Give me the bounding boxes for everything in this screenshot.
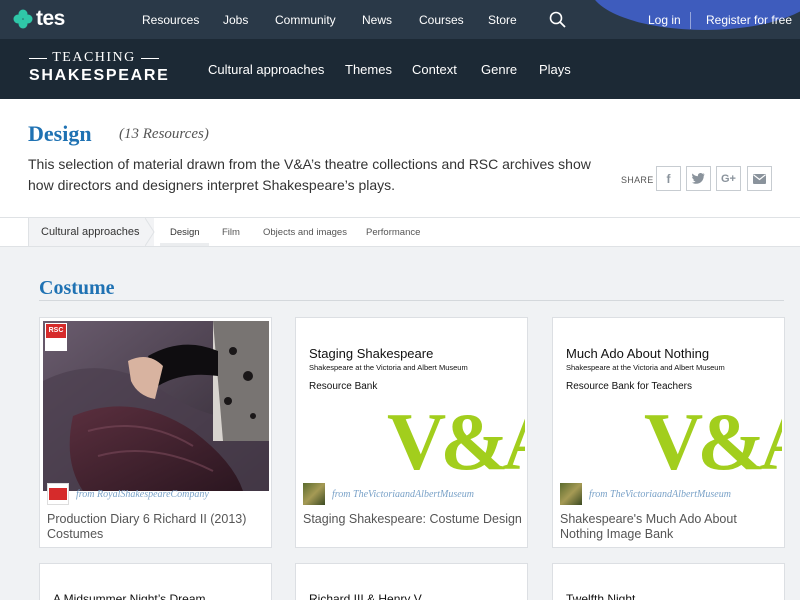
- resource-card[interactable]: Twelfth Night: [552, 563, 785, 600]
- va-avatar: [560, 483, 582, 505]
- card-source: from RoyalShakespeareCompany: [47, 483, 209, 505]
- thumbnail-title: Twelfth Night: [566, 592, 636, 600]
- tab-film[interactable]: Film: [222, 227, 240, 238]
- section-title: Costume: [39, 277, 115, 299]
- thumbnail-label: Resource Bank: [309, 381, 378, 392]
- page-header: Design (13 Resources) This selection of …: [0, 99, 800, 217]
- active-tab-indicator: [160, 243, 209, 246]
- search-icon[interactable]: [549, 11, 566, 28]
- thumbnail-title: Richard III & Henry V: [309, 592, 422, 600]
- source-link[interactable]: from TheVictoriaandAlbertMuseum: [332, 489, 474, 500]
- tab-bar: Cultural approaches Design Film Objects …: [0, 217, 800, 247]
- nav-context[interactable]: Context: [412, 62, 457, 77]
- rsc-avatar: [47, 483, 69, 505]
- breadcrumb-arrow-icon: [145, 218, 155, 246]
- tab-objects-and-images[interactable]: Objects and images: [263, 227, 347, 238]
- tes-nav-resources[interactable]: Resources: [142, 13, 199, 27]
- thumbnail-subtitle: Shakespeare at the Victoria and Albert M…: [566, 363, 725, 372]
- facebook-icon[interactable]: f: [656, 166, 681, 191]
- card-source: from TheVictoriaandAlbertMuseum: [560, 483, 731, 505]
- page-title: Design: [28, 121, 92, 146]
- tes-flower-icon: [13, 9, 33, 29]
- tes-logo[interactable]: tes: [13, 7, 65, 31]
- thumbnail-title: Staging Shakespeare: [309, 346, 434, 361]
- thumbnail-title: A Midsummer Night’s Dream: [53, 592, 206, 600]
- tes-logo-text: tes: [36, 7, 65, 30]
- resource-card[interactable]: Staging Shakespeare Shakespeare at the V…: [295, 317, 528, 548]
- logo-teaching: TEACHING: [52, 50, 136, 65]
- nav-genre[interactable]: Genre: [481, 62, 517, 77]
- card-title[interactable]: Shakespeare's Much Ado About Nothing Ima…: [560, 512, 780, 542]
- tab-parent-cultural-approaches[interactable]: Cultural approaches: [28, 218, 154, 246]
- email-icon[interactable]: [747, 166, 772, 191]
- card-source: from TheVictoriaandAlbertMuseum: [303, 483, 474, 505]
- logo-shakespeare: SHAKESPEARE: [29, 67, 170, 84]
- rsc-logo-badge: RSC: [45, 323, 67, 351]
- tab-parent-label: Cultural approaches: [41, 226, 140, 238]
- share-label: SHARE: [621, 175, 654, 185]
- tes-nav-store[interactable]: Store: [488, 13, 517, 27]
- tes-nav-courses[interactable]: Courses: [419, 13, 464, 27]
- source-link[interactable]: from TheVictoriaandAlbertMuseum: [589, 489, 731, 500]
- va-logo: V&A: [387, 396, 525, 487]
- page-description: This selection of material drawn from th…: [28, 156, 591, 193]
- teaching-shakespeare-bar: TEACHING SHAKESPEARE Cultural approaches…: [0, 39, 800, 99]
- source-link[interactable]: from RoyalShakespeareCompany: [76, 489, 209, 500]
- tes-nav-news[interactable]: News: [362, 13, 392, 27]
- resource-card[interactable]: Much Ado About Nothing Shakespeare at th…: [552, 317, 785, 548]
- resource-thumbnail: Staging Shakespeare Shakespeare at the V…: [299, 321, 525, 491]
- google-plus-icon[interactable]: G+: [716, 166, 741, 191]
- nav-plays[interactable]: Plays: [539, 62, 571, 77]
- tab-performance[interactable]: Performance: [366, 227, 420, 238]
- thumbnail-title: Much Ado About Nothing: [566, 346, 710, 361]
- nav-cultural-approaches[interactable]: Cultural approaches: [208, 62, 324, 77]
- register-link[interactable]: Register for free: [706, 13, 792, 27]
- resource-card[interactable]: A Midsummer Night’s Dream: [39, 563, 272, 600]
- va-logo: V&A: [644, 396, 782, 487]
- resource-count: (13 Resources): [119, 126, 209, 142]
- resource-card[interactable]: RSC from RoyalShakespeareCompany Product…: [39, 317, 272, 548]
- resource-card[interactable]: Richard III & Henry V: [295, 563, 528, 600]
- teaching-shakespeare-logo[interactable]: TEACHING SHAKESPEARE: [29, 50, 170, 85]
- video-thumbnail: RSC: [43, 321, 269, 491]
- tes-nav-jobs[interactable]: Jobs: [223, 13, 248, 27]
- nav-divider: [690, 12, 691, 29]
- card-title[interactable]: Production Diary 6 Richard II (2013) Cos…: [47, 512, 267, 542]
- tab-design[interactable]: Design: [170, 227, 200, 238]
- tes-top-bar: tes Resources Jobs Community News Course…: [0, 0, 800, 39]
- va-avatar: [303, 483, 325, 505]
- card-title[interactable]: Staging Shakespeare: Costume Design: [303, 512, 523, 527]
- nav-themes[interactable]: Themes: [345, 62, 392, 77]
- login-link[interactable]: Log in: [648, 13, 681, 27]
- resource-thumbnail: Much Ado About Nothing Shakespeare at th…: [556, 321, 782, 491]
- twitter-icon[interactable]: [686, 166, 711, 191]
- thumbnail-subtitle: Shakespeare at the Victoria and Albert M…: [309, 363, 468, 372]
- section-divider: [39, 300, 784, 301]
- thumbnail-label: Resource Bank for Teachers: [566, 381, 692, 392]
- tes-nav-community[interactable]: Community: [275, 13, 336, 27]
